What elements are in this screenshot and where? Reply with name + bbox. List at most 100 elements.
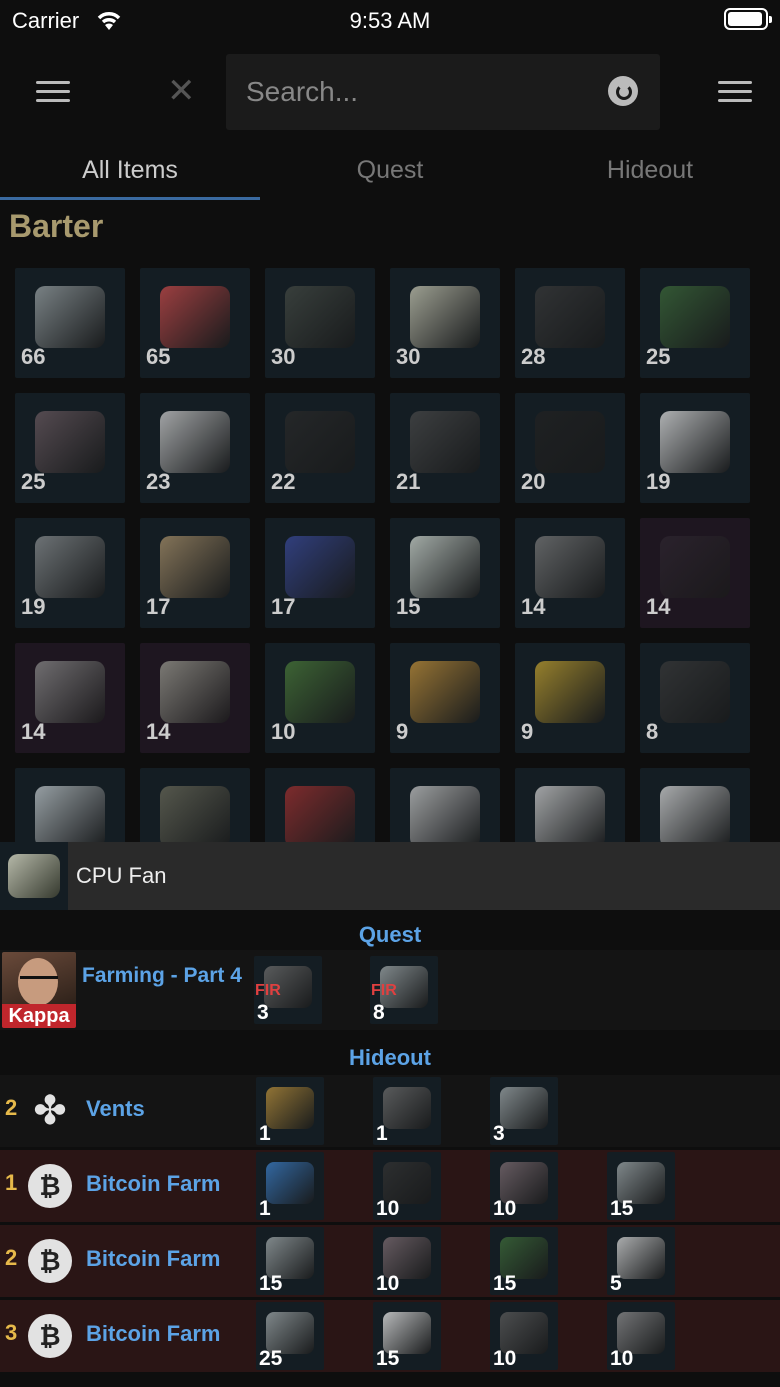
item-image bbox=[285, 786, 355, 842]
close-icon[interactable]: ✕ bbox=[167, 74, 196, 108]
item-image bbox=[285, 411, 355, 473]
hideout-item[interactable]: 10 bbox=[373, 1227, 441, 1295]
item-image bbox=[160, 536, 230, 598]
grid-item[interactable]: 25 bbox=[15, 393, 125, 503]
item-count: 9 bbox=[521, 719, 534, 744]
item-image bbox=[410, 786, 480, 842]
item-count: 10 bbox=[493, 1197, 517, 1220]
module-level: 1 bbox=[5, 1170, 18, 1195]
trader-avatar: Kappa bbox=[2, 952, 76, 1028]
item-count: 20 bbox=[521, 469, 546, 494]
item-image bbox=[410, 411, 480, 473]
search-box bbox=[226, 54, 660, 130]
grid-item[interactable]: 8 bbox=[640, 643, 750, 753]
grid-item[interactable]: 28 bbox=[515, 268, 625, 378]
grid-item[interactable]: 17 bbox=[265, 518, 375, 628]
selected-item-thumbnail bbox=[0, 842, 68, 910]
section-title: Barter bbox=[9, 208, 104, 244]
item-count: 1 bbox=[259, 1122, 271, 1145]
tab-hideout[interactable]: Hideout bbox=[520, 140, 780, 200]
grid-item[interactable]: 21 bbox=[390, 393, 500, 503]
grid-item[interactable] bbox=[515, 768, 625, 842]
hideout-item[interactable]: 1 bbox=[256, 1152, 324, 1220]
hideout-item[interactable]: 1 bbox=[256, 1077, 324, 1145]
hideout-item[interactable]: 10 bbox=[607, 1302, 675, 1370]
grid-item[interactable]: 14 bbox=[15, 643, 125, 753]
item-count: 15 bbox=[396, 594, 421, 619]
hideout-item[interactable]: 5 bbox=[607, 1227, 675, 1295]
grid-item[interactable]: 19 bbox=[15, 518, 125, 628]
grid-item[interactable]: 30 bbox=[390, 268, 500, 378]
top-bar: ✕ bbox=[0, 44, 780, 140]
module-name: Bitcoin Farm bbox=[86, 1246, 221, 1271]
item-image bbox=[535, 661, 605, 723]
module-name: Vents bbox=[86, 1096, 145, 1121]
item-count: 10 bbox=[493, 1347, 517, 1370]
item-count: 22 bbox=[271, 469, 296, 494]
grid-item[interactable]: 25 bbox=[640, 268, 750, 378]
item-image bbox=[285, 661, 355, 723]
quest-item-2[interactable]: FIR 8 bbox=[370, 956, 438, 1024]
hideout-item[interactable]: 15 bbox=[373, 1302, 441, 1370]
item-count: 15 bbox=[376, 1347, 400, 1370]
grid-item[interactable] bbox=[140, 768, 250, 842]
hideout-row[interactable]: 1 ₿ Bitcoin Farm 1 10 10 15 bbox=[0, 1150, 780, 1222]
item-image bbox=[285, 286, 355, 348]
item-count: 14 bbox=[21, 719, 46, 744]
item-image bbox=[285, 536, 355, 598]
battery-icon bbox=[724, 8, 772, 30]
hideout-row[interactable]: 2 ✤ Vents 1 1 3 bbox=[0, 1075, 780, 1147]
tab-quest[interactable]: Quest bbox=[260, 140, 520, 200]
item-image bbox=[160, 786, 230, 842]
grid-item[interactable]: 19 bbox=[640, 393, 750, 503]
hideout-item[interactable]: 10 bbox=[490, 1152, 558, 1220]
grid-item[interactable]: 10 bbox=[265, 643, 375, 753]
hideout-item[interactable]: 3 bbox=[490, 1077, 558, 1145]
item-image bbox=[35, 536, 105, 598]
item-count: 30 bbox=[396, 344, 421, 369]
quest-item-1[interactable]: FIR 3 bbox=[254, 956, 322, 1024]
hideout-item[interactable]: 15 bbox=[607, 1152, 675, 1220]
grid-item[interactable]: 14 bbox=[640, 518, 750, 628]
kappa-badge: Kappa bbox=[2, 1004, 76, 1028]
item-count: 65 bbox=[146, 344, 171, 369]
grid-item[interactable] bbox=[265, 768, 375, 842]
grid-item[interactable]: 20 bbox=[515, 393, 625, 503]
item-count: 19 bbox=[646, 469, 671, 494]
grid-item[interactable]: 30 bbox=[265, 268, 375, 378]
item-image bbox=[35, 661, 105, 723]
item-count: 8 bbox=[646, 719, 659, 744]
grid-item[interactable]: 65 bbox=[140, 268, 250, 378]
grid-item[interactable]: 66 bbox=[15, 268, 125, 378]
grid-item[interactable]: 9 bbox=[390, 643, 500, 753]
bitcoin-icon: ₿ bbox=[28, 1164, 72, 1208]
quest-row[interactable]: Kappa Farming - Part 4 FIR 3 FIR 8 bbox=[0, 950, 780, 1030]
hideout-row[interactable]: 2 ₿ Bitcoin Farm 15 10 15 5 bbox=[0, 1225, 780, 1297]
hideout-item[interactable]: 25 bbox=[256, 1302, 324, 1370]
grid-item[interactable] bbox=[640, 768, 750, 842]
search-input[interactable] bbox=[246, 72, 586, 112]
hideout-item[interactable]: 15 bbox=[256, 1227, 324, 1295]
item-count: 1 bbox=[259, 1197, 271, 1220]
grid-item[interactable] bbox=[15, 768, 125, 842]
hideout-item[interactable]: 10 bbox=[490, 1302, 558, 1370]
item-count: 3 bbox=[493, 1122, 505, 1145]
grid-item[interactable] bbox=[390, 768, 500, 842]
tab-all-items[interactable]: All Items bbox=[0, 140, 260, 200]
hideout-item[interactable]: 15 bbox=[490, 1227, 558, 1295]
refresh-icon[interactable] bbox=[608, 76, 638, 106]
options-menu-icon[interactable] bbox=[718, 81, 752, 103]
grid-item[interactable]: 15 bbox=[390, 518, 500, 628]
hideout-item[interactable]: 10 bbox=[373, 1152, 441, 1220]
grid-item[interactable]: 9 bbox=[515, 643, 625, 753]
grid-item[interactable]: 14 bbox=[515, 518, 625, 628]
grid-item[interactable]: 14 bbox=[140, 643, 250, 753]
grid-item[interactable]: 17 bbox=[140, 518, 250, 628]
item-count: 30 bbox=[271, 344, 296, 369]
hideout-row[interactable]: 3 ₿ Bitcoin Farm 25 15 10 10 bbox=[0, 1300, 780, 1372]
grid-item[interactable]: 23 bbox=[140, 393, 250, 503]
hideout-item[interactable]: 1 bbox=[373, 1077, 441, 1145]
grid-item[interactable]: 22 bbox=[265, 393, 375, 503]
menu-icon[interactable] bbox=[36, 81, 70, 103]
item-count: 10 bbox=[610, 1347, 634, 1370]
